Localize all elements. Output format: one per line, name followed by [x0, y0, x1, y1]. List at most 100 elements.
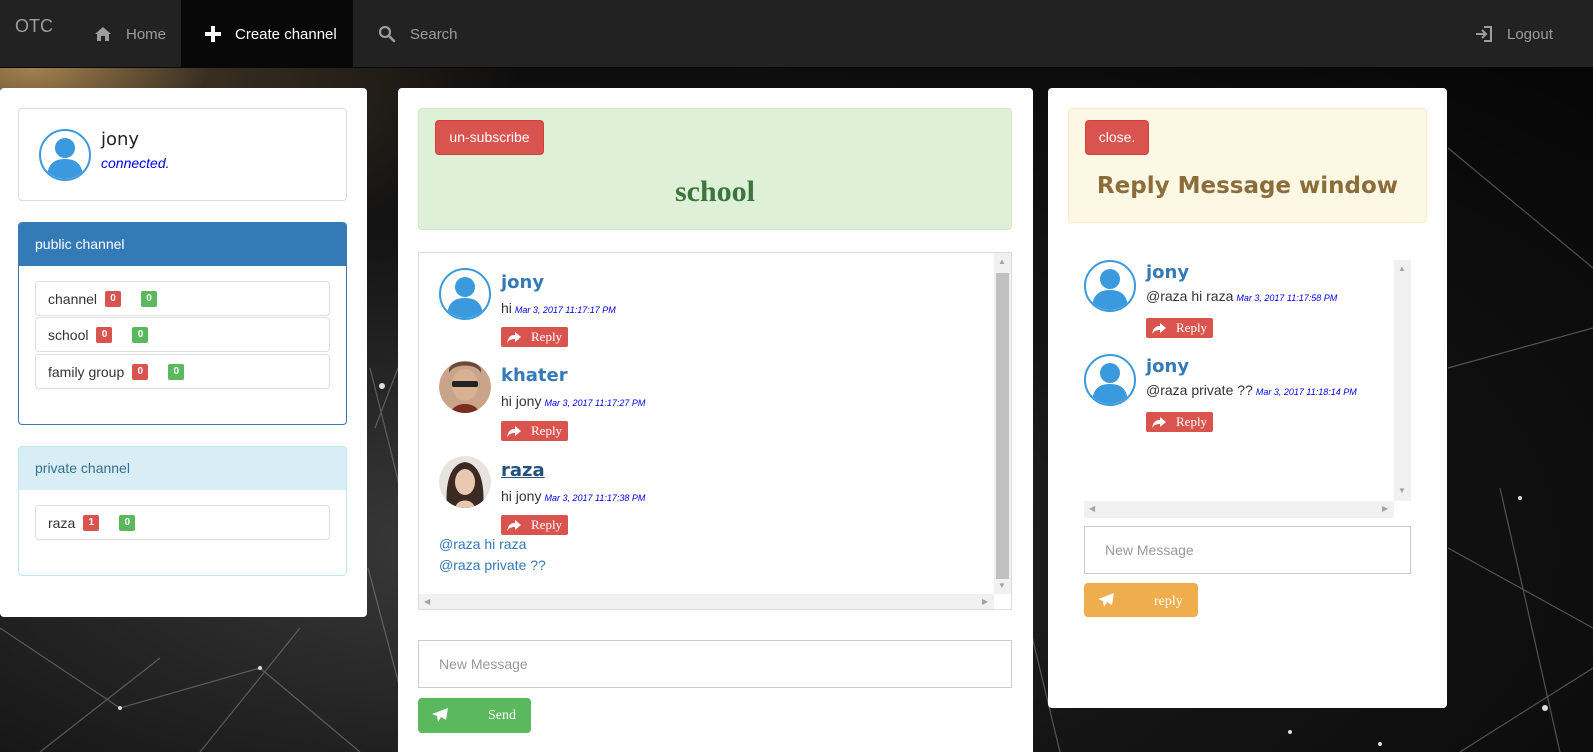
channel-item-family-group[interactable]: family group 0 0 [35, 354, 330, 389]
reply-button-label: Reply [1176, 414, 1208, 429]
nav-search[interactable]: Search [378, 0, 488, 68]
member-badge: 0 [119, 514, 136, 531]
brand-logo[interactable]: OTC [15, 16, 53, 37]
author-name[interactable]: jony [501, 272, 544, 293]
user-name: jony [101, 129, 140, 150]
unread-badge: 0 [132, 363, 149, 380]
user-avatar-icon [1092, 363, 1128, 404]
message-time: Mar 3, 2017 11:17:17 PM [514, 305, 616, 315]
channel-name: raza [48, 514, 76, 531]
public-channel-panel: public channel channel 0 0 school 0 0 fa… [18, 222, 347, 425]
user-card: jony connected. [18, 108, 347, 201]
channel-item-raza[interactable]: raza 1 0 [35, 505, 330, 540]
message-body: hi jony [501, 488, 542, 504]
channel-item-channel[interactable]: channel 0 0 [35, 281, 330, 316]
author-name[interactable]: jony [1146, 356, 1189, 377]
message-list[interactable]: jony hi Mar 3, 2017 11:17:17 PM Reply kha… [418, 252, 1012, 610]
reply-button[interactable]: Reply [1146, 318, 1213, 338]
author-name[interactable]: raza [501, 460, 545, 481]
reply-message-list[interactable]: jony @raza hi raza Mar 3, 2017 11:17:58 P… [1084, 260, 1411, 518]
reply-button[interactable]: Reply [1146, 412, 1213, 432]
search-icon [378, 25, 396, 43]
reply-submit-label: reply [1154, 594, 1183, 609]
send-icon [432, 708, 448, 722]
channel-name: family group [48, 363, 125, 380]
message-text: @raza hi raza Mar 3, 2017 11:17:58 PM [1146, 288, 1337, 304]
nav-home[interactable]: Home [80, 0, 180, 68]
unsubscribe-button[interactable]: un-subscribe [435, 120, 544, 155]
message-body: hi [501, 300, 512, 316]
reply-window-title: Reply Message window [1096, 173, 1399, 199]
reply-button[interactable]: Reply [501, 515, 568, 535]
scroll-right-icon[interactable]: ▶ [982, 597, 988, 606]
channel-item-school[interactable]: school 0 0 [35, 317, 330, 352]
horizontal-scrollbar[interactable]: ◀ ▶ [1084, 501, 1394, 518]
message-text: hi jony Mar 3, 2017 11:17:27 PM [501, 393, 645, 409]
reply-button-label: Reply [1176, 320, 1208, 335]
close-button[interactable]: close. [1085, 120, 1149, 155]
user-avatar [39, 129, 91, 181]
unread-badge: 1 [83, 514, 100, 531]
scroll-up-icon[interactable]: ▲ [1398, 264, 1406, 273]
vertical-scrollbar[interactable]: ▲ ▼ [1394, 260, 1411, 501]
reply-button-label: Reply [531, 329, 563, 344]
private-channel-panel: private channel raza 1 0 [18, 446, 347, 576]
message-time: Mar 3, 2017 11:17:38 PM [544, 493, 646, 503]
reply-button-label: Reply [531, 517, 563, 532]
mention-link[interactable]: @raza private ?? [439, 557, 546, 573]
unread-badge: 0 [96, 326, 113, 343]
message-time: Mar 3, 2017 11:17:27 PM [544, 398, 646, 408]
share-icon [507, 425, 521, 437]
message-time: Mar 3, 2017 11:18:14 PM [1255, 387, 1357, 397]
nav-search-label: Search [410, 25, 458, 43]
scroll-down-icon[interactable]: ▼ [998, 581, 1006, 590]
reply-button[interactable]: Reply [501, 421, 568, 441]
reply-message-input[interactable]: New Message [1084, 526, 1411, 574]
nav-create-channel-label: Create channel [235, 25, 337, 43]
scroll-down-icon[interactable]: ▼ [1398, 486, 1406, 495]
plus-icon [205, 26, 221, 42]
author-avatar [439, 456, 491, 508]
reply-submit-button[interactable]: reply [1084, 583, 1198, 617]
share-icon [507, 519, 521, 531]
channel-name: school [48, 326, 89, 343]
author-avatar [1084, 260, 1136, 312]
author-name[interactable]: jony [1146, 262, 1189, 283]
public-channel-heading: public channel [19, 223, 346, 266]
author-avatar [1084, 354, 1136, 406]
vertical-scrollbar[interactable]: ▲ ▼ [994, 253, 1011, 594]
message-text: hi Mar 3, 2017 11:17:17 PM [501, 300, 616, 316]
nav-logout-label: Logout [1507, 25, 1553, 43]
message-input[interactable]: New Message [418, 640, 1012, 688]
author-name[interactable]: khater [501, 365, 568, 386]
horizontal-scrollbar[interactable]: ◀ ▶ [419, 594, 994, 609]
scroll-left-icon[interactable]: ◀ [424, 597, 430, 606]
reply-button[interactable]: Reply [501, 327, 568, 347]
channel-name: channel [48, 290, 98, 307]
scroll-right-icon[interactable]: ▶ [1382, 504, 1388, 513]
scrollbar-thumb[interactable] [996, 273, 1009, 579]
home-icon [95, 27, 111, 41]
user-avatar-icon [1092, 269, 1128, 310]
author-avatar [439, 361, 491, 413]
send-button[interactable]: Send [418, 698, 531, 733]
message-body: @raza hi raza [1146, 288, 1234, 304]
private-channel-heading: private channel [19, 447, 346, 490]
send-icon [1098, 593, 1114, 607]
nav-create-channel[interactable]: Create channel [181, 0, 353, 68]
channel-title: school [674, 175, 755, 208]
scroll-left-icon[interactable]: ◀ [1089, 504, 1095, 513]
nav-logout[interactable]: Logout [1475, 0, 1585, 68]
mention-link[interactable]: @raza hi raza [439, 536, 526, 552]
user-status: connected. [101, 155, 170, 171]
share-icon [1152, 416, 1166, 428]
reply-button-label: Reply [531, 423, 563, 438]
share-icon [1152, 322, 1166, 334]
reply-message-item: jony @raza hi raza Mar 3, 2017 11:17:58 P… [1084, 260, 1384, 350]
top-navbar: OTC Home Create channel Search Logout [0, 0, 1593, 68]
member-badge: 0 [168, 363, 185, 380]
author-avatar [439, 268, 491, 320]
message-body: @raza private ?? [1146, 382, 1253, 398]
scroll-up-icon[interactable]: ▲ [998, 257, 1006, 266]
member-badge: 0 [132, 326, 149, 343]
